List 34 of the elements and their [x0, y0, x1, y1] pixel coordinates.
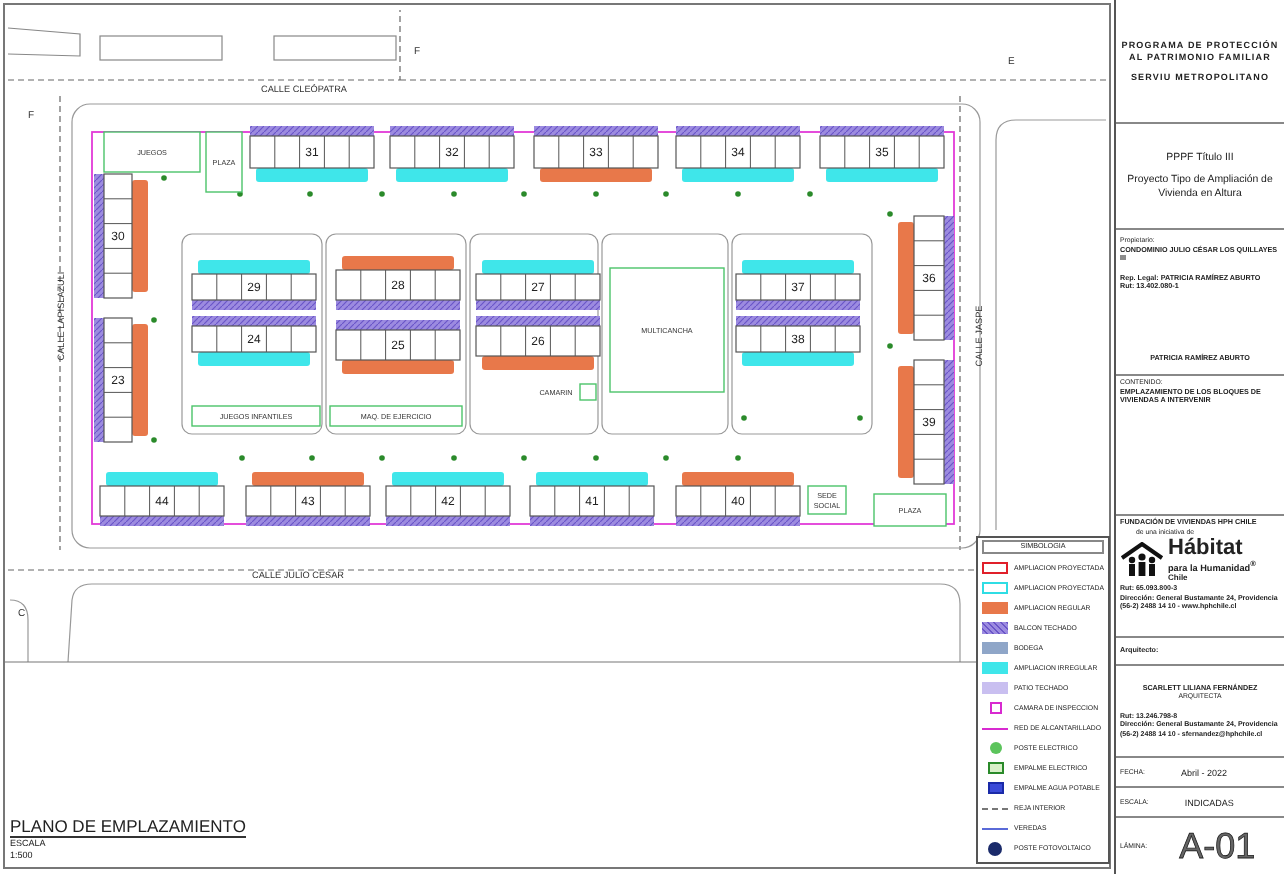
area-outline — [329, 405, 463, 427]
electric-pole-icon — [663, 191, 669, 197]
drawing-title: PLANO DE EMPLAZAMIENTO — [10, 816, 246, 838]
electric-pole-icon — [807, 191, 813, 197]
changing-room-outline — [579, 383, 597, 401]
electric-pole-icon — [161, 175, 167, 181]
electric-pole-icon — [309, 455, 315, 461]
electric-pole-icon — [151, 437, 157, 443]
electric-pole-icon — [887, 211, 893, 217]
electric-pole-icon — [239, 455, 245, 461]
electric-pole-icon — [735, 191, 741, 197]
sheet-number: A-01 — [1179, 825, 1256, 867]
area-outline — [205, 131, 243, 193]
electric-pole-icon — [887, 343, 893, 349]
area-outline — [873, 493, 947, 527]
electric-pole-icon — [663, 455, 669, 461]
electric-pole-icon — [379, 455, 385, 461]
electric-pole-icon — [521, 455, 527, 461]
electric-pole-icon — [521, 191, 527, 197]
electric-pole-icon — [741, 415, 747, 421]
area-outline — [807, 485, 847, 515]
electric-pole-icon — [735, 455, 741, 461]
electric-pole-icon — [451, 191, 457, 197]
logo-wordmark: Hábitat — [1168, 538, 1245, 561]
house-logo-icon — [1120, 542, 1164, 579]
electric-pole-icon — [307, 191, 313, 197]
electric-pole-icon — [857, 415, 863, 421]
area-outline — [609, 267, 725, 393]
electric-pole-icon — [451, 455, 457, 461]
electric-pole-icon — [593, 455, 599, 461]
electric-pole-icon — [593, 191, 599, 197]
electric-pole-icon — [379, 191, 385, 197]
area-outline — [191, 405, 321, 427]
electric-pole-icon — [151, 317, 157, 323]
